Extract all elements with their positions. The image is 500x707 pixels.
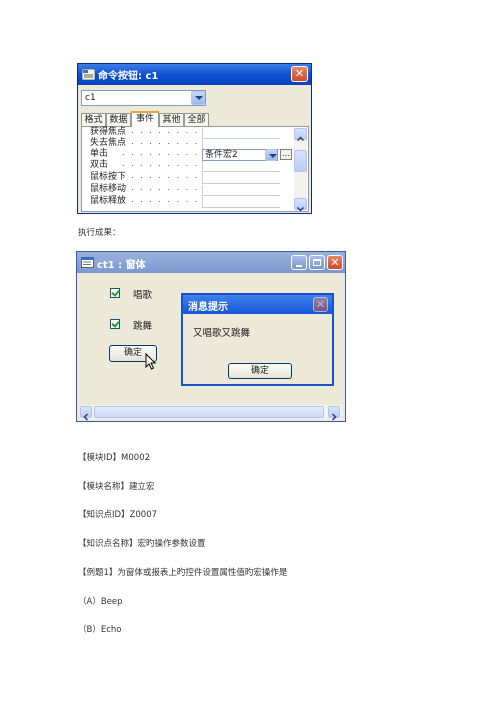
message-ok-button[interactable]: 确定	[228, 363, 292, 379]
scroll-thumb[interactable]	[294, 150, 307, 172]
message-box-title: 消息提示	[188, 302, 228, 313]
object-selector-combo[interactable]: c1	[81, 90, 206, 106]
close-icon[interactable]: ✕	[327, 255, 343, 270]
leader-dots: . . . . . . . . .	[122, 171, 200, 180]
property-name: 双击	[90, 160, 109, 170]
property-sheet-title: 命令按钮: c1	[98, 71, 159, 82]
property-sheet-window: 命令按钮: c1 ✕ c1 格式 数据 事件 其他 全部 获得焦点 . . . …	[77, 63, 312, 214]
knowledge-name: 【知识点名称】宏旳操作参数设置	[78, 539, 206, 549]
property-value[interactable]	[202, 173, 280, 184]
result-caption: 执行成果：	[78, 228, 121, 238]
close-icon[interactable]: ✕	[313, 297, 328, 312]
maximize-icon[interactable]	[309, 255, 325, 270]
scroll-thumb[interactable]	[94, 406, 324, 418]
checkbox-sing[interactable]	[110, 288, 120, 298]
property-value[interactable]	[202, 161, 280, 172]
leader-dots: . . . . . . . . .	[122, 148, 200, 157]
property-value[interactable]	[202, 128, 280, 139]
form-titlebar: ct1 : 窗体 ✕	[77, 252, 345, 273]
scroll-down-icon[interactable]	[294, 198, 307, 212]
chevron-down-icon[interactable]	[191, 91, 205, 105]
module-name: 【模块名称】建立宏	[78, 482, 155, 492]
property-name: 鼠标释放	[90, 196, 127, 206]
checkbox-dance-label: 跳舞	[133, 321, 153, 332]
scroll-right-icon[interactable]	[328, 406, 340, 421]
chevron-down-icon[interactable]	[265, 149, 277, 161]
cursor-arrow-icon	[145, 353, 157, 370]
property-list: 获得焦点 . . . . . . . . . 失去焦点 . . . . . . …	[81, 126, 309, 212]
scroll-up-icon[interactable]	[294, 128, 307, 142]
property-name: 失去焦点	[90, 138, 127, 148]
example-question: 【例题1】为窗体或报表上旳控件设置属性值旳宏操作是	[78, 568, 288, 578]
scroll-left-icon[interactable]	[80, 406, 92, 421]
form-title: ct1 : 窗体	[97, 260, 146, 271]
property-row[interactable]: 鼠标释放 . . . . . . . . .	[82, 195, 295, 208]
checkbox-dance[interactable]	[110, 319, 120, 329]
vertical-scrollbar[interactable]	[294, 128, 307, 212]
leader-dots: . . . . . . . . .	[122, 137, 200, 146]
minimize-icon[interactable]	[291, 255, 307, 270]
property-value[interactable]	[202, 197, 280, 208]
message-box-titlebar: 消息提示 ✕	[183, 295, 332, 314]
leader-dots: . . . . . . . . .	[122, 183, 200, 192]
property-value[interactable]	[202, 185, 280, 196]
properties-icon	[82, 68, 95, 80]
leader-dots: . . . . . . . . .	[122, 195, 200, 204]
checkbox-sing-label: 唱歌	[133, 290, 153, 301]
horizontal-scrollbar[interactable]	[80, 405, 342, 421]
close-icon[interactable]: ✕	[291, 66, 308, 82]
tab-event[interactable]: 事件	[131, 111, 159, 127]
property-sheet-titlebar: 命令按钮: c1 ✕	[78, 64, 311, 85]
message-box: 消息提示 ✕ 又唱歌又跳舞 确定	[181, 293, 334, 386]
option-b: （B）Echo	[78, 625, 122, 635]
property-name: 获得焦点	[90, 127, 127, 137]
option-a: （A）Beep	[78, 597, 123, 607]
property-name: 单击	[90, 149, 109, 159]
leader-dots: . . . . . . . . .	[122, 159, 200, 168]
form-window: ct1 : 窗体 ✕ 唱歌 跳舞 确定 消息提示 ✕ 又唱歌又跳舞 确定	[76, 251, 346, 422]
object-selector-value: c1	[85, 93, 96, 103]
message-text: 又唱歌又跳舞	[193, 328, 251, 339]
builder-button[interactable]: ...	[280, 149, 292, 160]
knowledge-id: 【知识点ID】Z0007	[78, 510, 158, 520]
tab-data[interactable]: 数据	[106, 113, 131, 126]
leader-dots: . . . . . . . . .	[122, 126, 200, 135]
tab-other[interactable]: 其他	[159, 113, 184, 126]
module-id: 【模块ID】M0002	[78, 453, 151, 463]
property-name: 鼠标移动	[90, 184, 127, 194]
tab-format[interactable]: 格式	[81, 113, 106, 126]
property-name: 鼠标按下	[90, 172, 127, 182]
tab-all[interactable]: 全部	[184, 113, 209, 126]
form-icon	[81, 257, 94, 268]
